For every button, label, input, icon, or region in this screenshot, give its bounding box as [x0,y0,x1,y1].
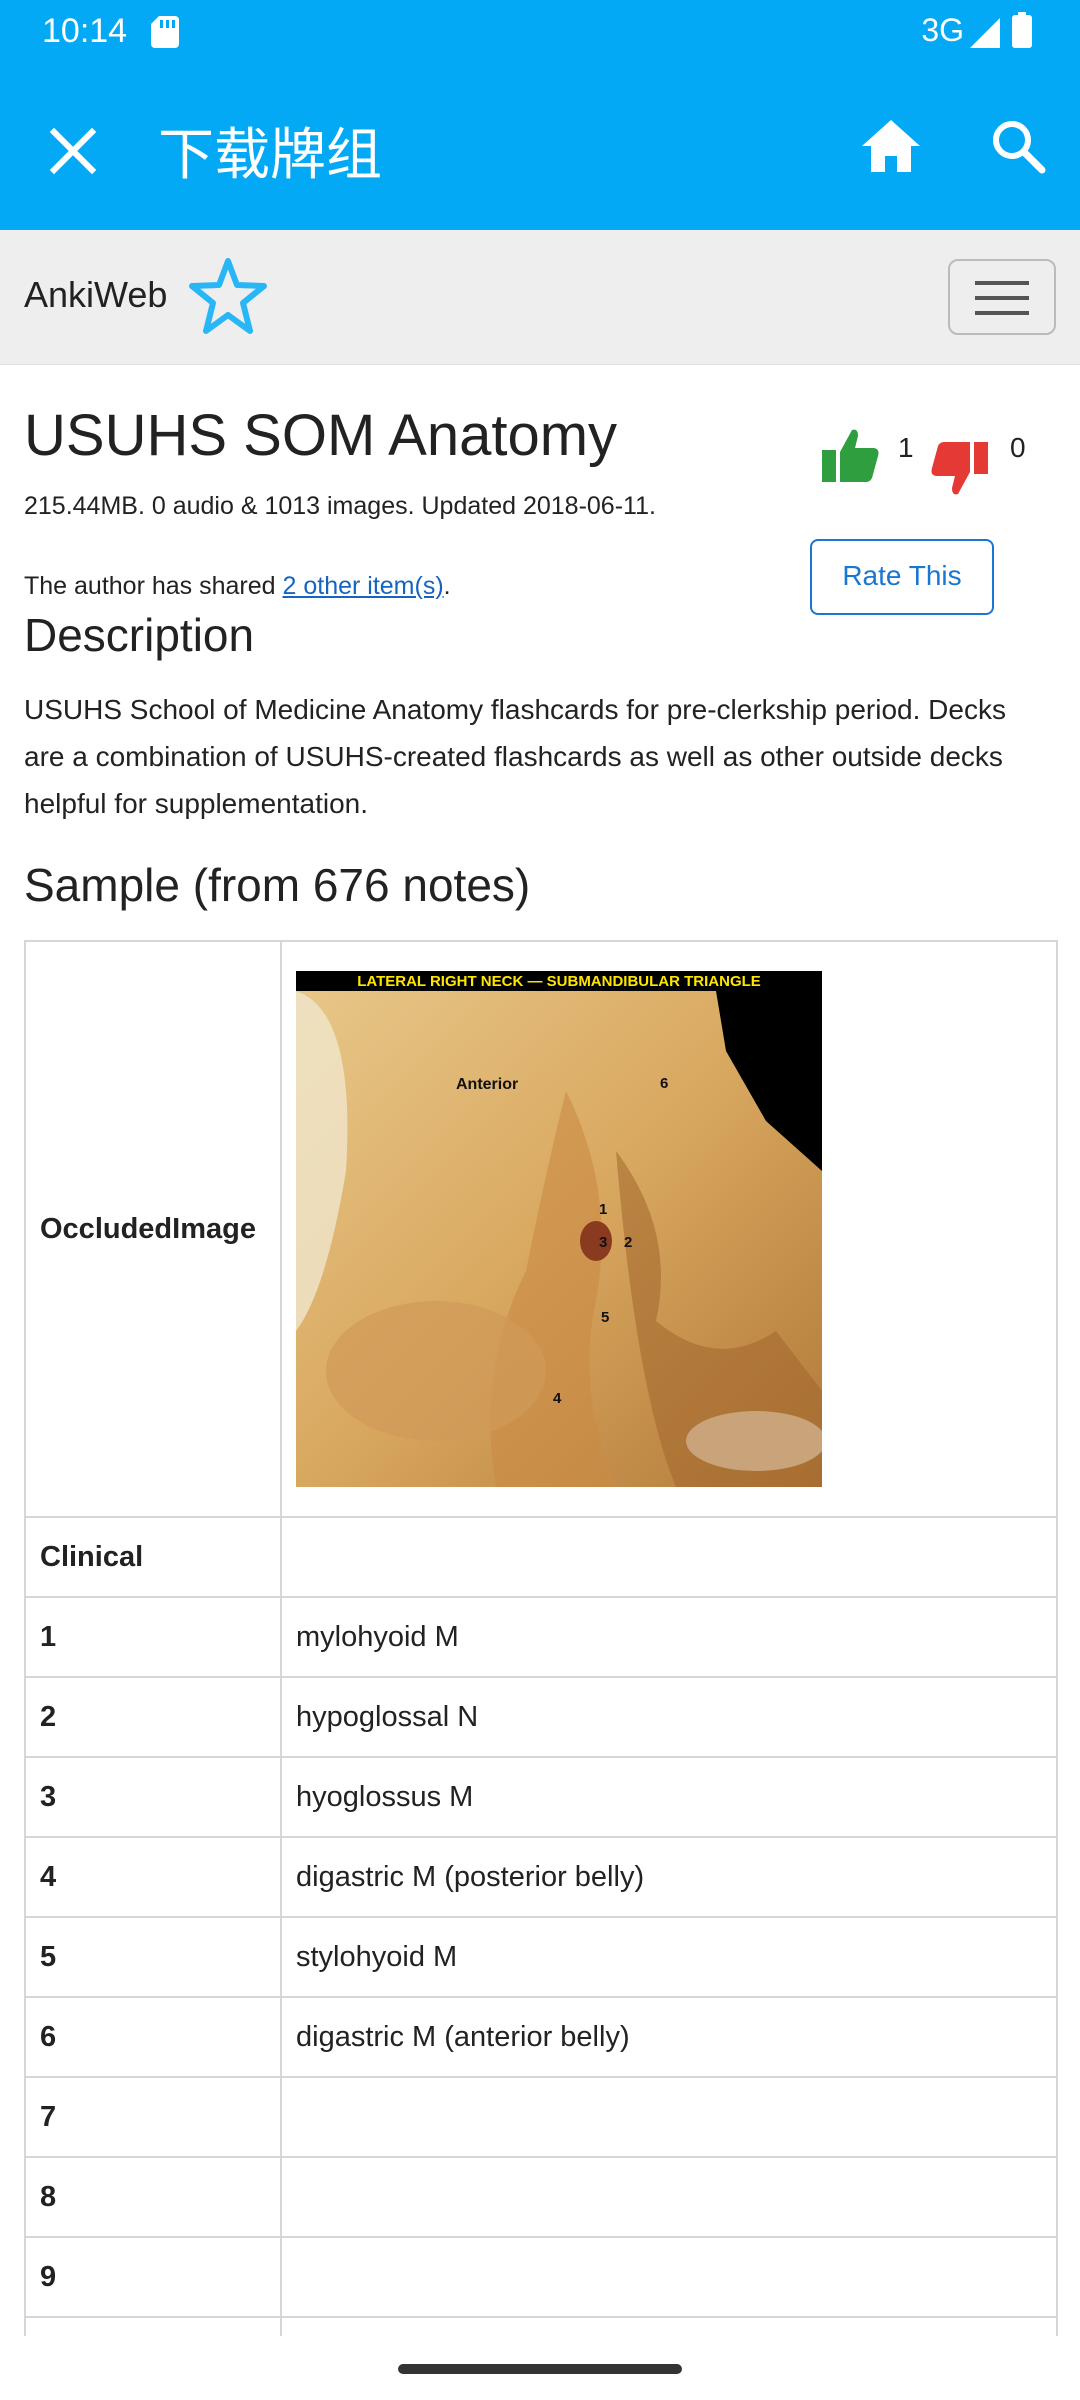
table-row: 4 digastric M (posterior belly) [24,1836,1058,1918]
table-row: Clinical [24,1516,1058,1598]
network-type: 3G [921,12,964,48]
table-row: 1 mylohyoid M [24,1596,1058,1678]
menu-toggle-button[interactable] [948,259,1056,335]
field-name: OccludedImage [24,940,282,1518]
field-value [280,2076,1058,2158]
field-name: 4 [24,1836,282,1918]
other-items-link[interactable]: 2 other item(s) [283,572,444,600]
anki-star-logo-icon[interactable] [186,255,270,339]
app-title: 下载牌组 [158,123,382,188]
field-value: mylohyoid M [280,1596,1058,1678]
close-button[interactable] [40,118,106,184]
table-row: 6 digastric M (anterior belly) [24,1996,1058,2078]
downvote-count: 0 [1010,432,1026,463]
field-name: 9 [24,2236,282,2318]
status-bar: 10:14 3G [0,0,1080,62]
battery-icon [1012,12,1032,48]
table-row: OccludedImage LATERAL RIGHT NECK — SUBMA… [24,940,1058,1518]
field-value [280,1516,1058,1598]
field-name: 5 [24,1916,282,1998]
table-row: 3 hyoglossus M [24,1756,1058,1838]
ankiweb-navbar: AnkiWeb [0,230,1080,365]
table-row: 8 [24,2156,1058,2238]
top-bar: 10:14 3G 下载牌组 [0,0,1080,230]
field-name: 8 [24,2156,282,2238]
sample-heading: Sample (from 676 notes) [24,859,531,911]
field-name: 7 [24,2076,282,2158]
image-marker: 4 [553,1390,562,1407]
field-name: 2 [24,1676,282,1758]
table-row: 2 hypoglossal N [24,1676,1058,1758]
image-marker: 6 [660,1075,668,1092]
menu-bar-icon [975,296,1029,300]
shared-suffix: . [443,572,451,600]
image-marker: 1 [599,1201,607,1218]
field-value: stylohyoid M [280,1916,1058,1998]
app-bar: 下载牌组 [0,62,1080,230]
field-value [280,2236,1058,2318]
field-name: 1 [24,1596,282,1678]
ankiweb-brand[interactable]: AnkiWeb [24,274,167,316]
field-name: 6 [24,1996,282,2078]
home-indicator[interactable] [398,2364,682,2374]
table-row: 5 stylohyoid M [24,1916,1058,1998]
shared-items-line: The author has shared 2 other item(s). [24,572,451,601]
field-value: hypoglossal N [280,1676,1058,1758]
image-marker: 5 [601,1309,609,1326]
search-button[interactable] [982,110,1056,184]
image-marker: 3 [599,1234,607,1251]
anatomy-image: LATERAL RIGHT NECK — SUBMANDIBULAR TRIAN… [296,971,822,1487]
table-row: 7 [24,2076,1058,2158]
upvote-count: 1 [898,432,914,463]
thumbs-up-icon[interactable] [822,426,880,484]
image-banner: LATERAL RIGHT NECK — SUBMANDIBULAR TRIAN… [357,973,761,990]
image-anterior-label: Anterior [456,1076,518,1093]
menu-bar-icon [975,311,1029,315]
shared-prefix: The author has shared [24,572,283,600]
status-time: 10:14 [42,12,128,50]
field-value: hyoglossus M [280,1756,1058,1838]
description-heading: Description [24,609,255,661]
image-marker: 2 [624,1234,632,1251]
deck-title: USUHS SOM Anatomy [24,403,618,468]
field-name: 3 [24,1756,282,1838]
field-value: LATERAL RIGHT NECK — SUBMANDIBULAR TRIAN… [280,940,1058,1518]
menu-bar-icon [975,281,1029,285]
table-row: 9 [24,2236,1058,2318]
field-name: Clinical [24,1516,282,1598]
description-text: USUHS School of Medicine Anatomy flashca… [24,694,1006,819]
sample-table: OccludedImage LATERAL RIGHT NECK — SUBMA… [24,940,1058,2398]
field-value: digastric M (posterior belly) [280,1836,1058,1918]
deck-meta: 215.44MB. 0 audio & 1013 images. Updated… [24,492,656,520]
signal-icon [970,18,1005,48]
rate-this-button[interactable]: Rate This [810,539,994,615]
home-button[interactable] [854,110,928,184]
sd-card-icon [151,16,179,48]
field-value: digastric M (anterior belly) [280,1996,1058,2078]
field-value [280,2156,1058,2238]
thumbs-down-icon[interactable] [930,440,988,498]
